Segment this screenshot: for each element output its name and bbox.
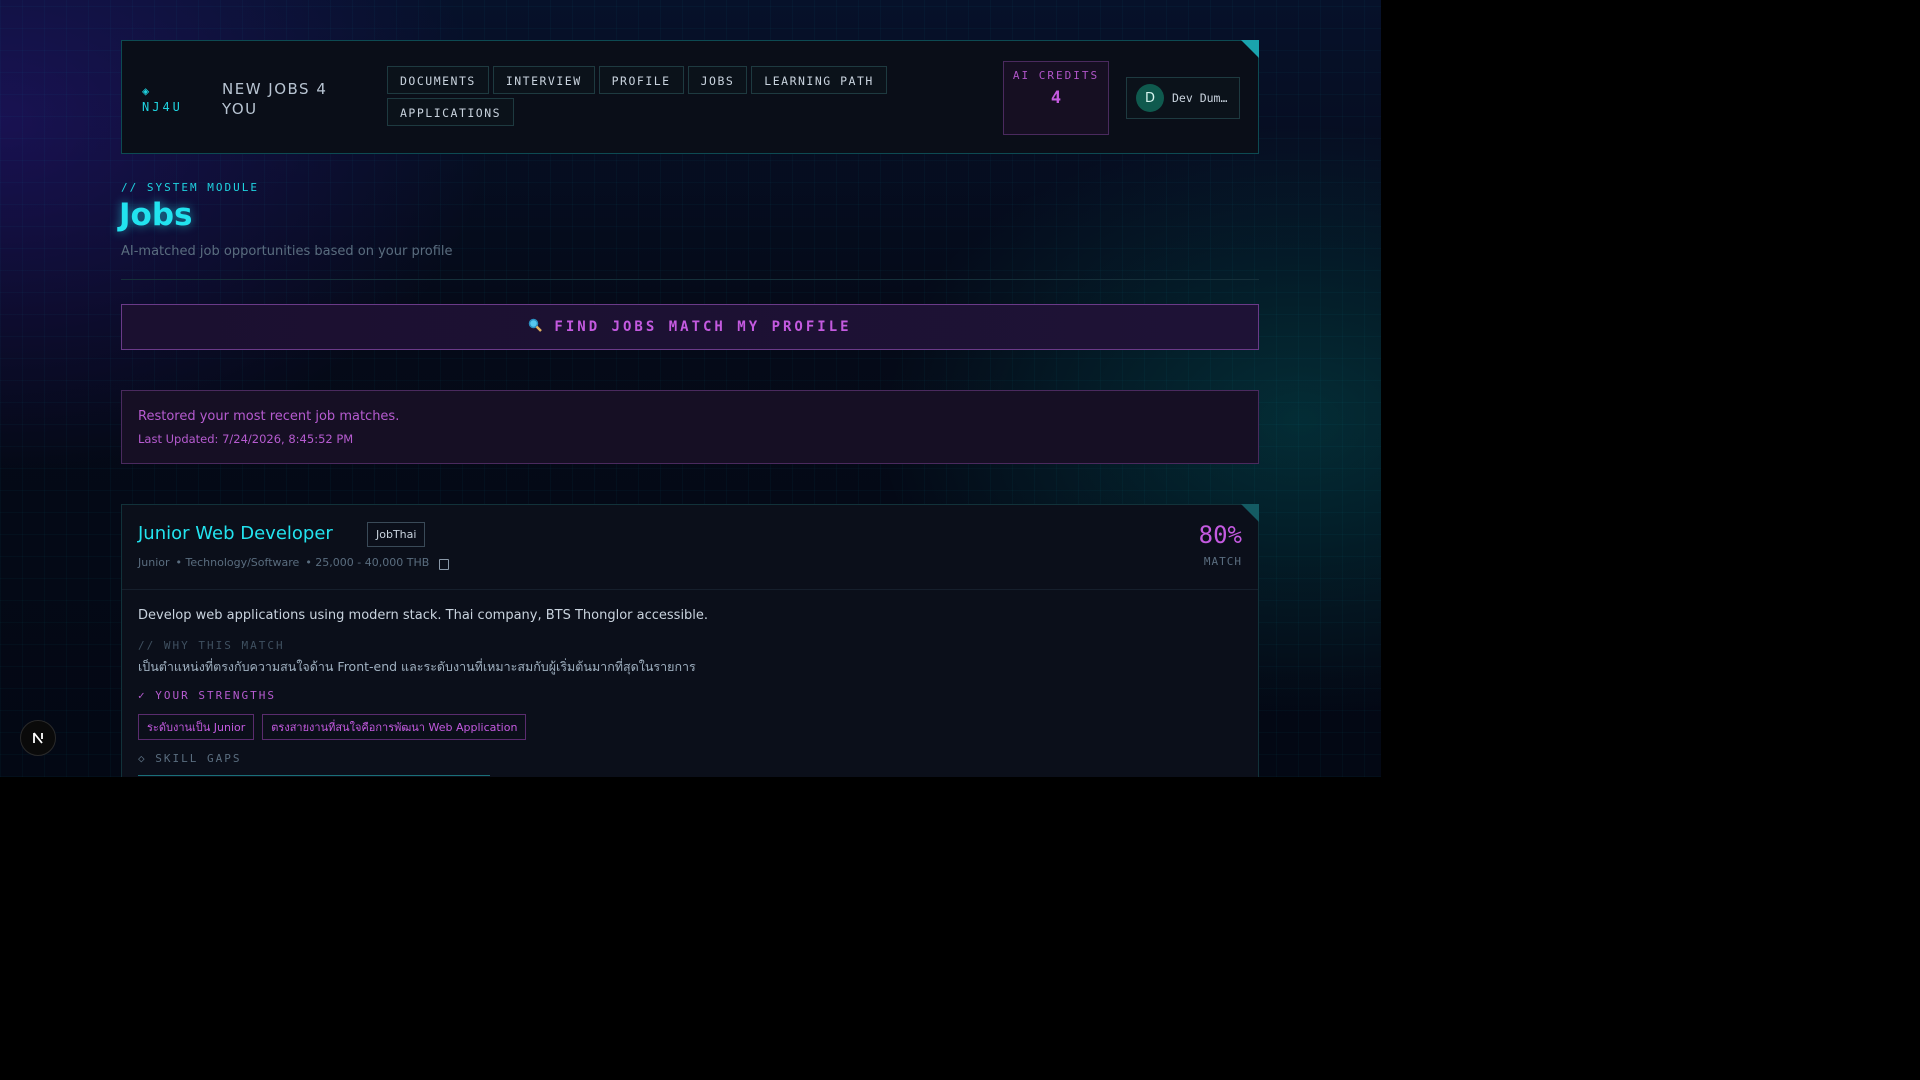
top-navbar: ◈ NJ4U NEW JOBS 4 YOU DOCUMENTS INTERVIE…	[121, 40, 1259, 154]
job-title[interactable]: Junior Web Developer	[138, 523, 333, 544]
skill-gaps-label: ◇ SKILL GAPS	[138, 752, 242, 765]
strengths-label: ✓ YOUR STRENGTHS	[138, 689, 276, 702]
card-divider	[122, 589, 1258, 590]
nav-interview[interactable]: INTERVIEW	[492, 66, 595, 94]
match-score: 80%	[1198, 521, 1242, 549]
section-kicker: // SYSTEM MODULE	[121, 181, 259, 194]
nav-applications[interactable]: APPLICATIONS	[387, 98, 515, 126]
navbar-corner-accent	[1241, 40, 1259, 58]
ai-credits-label: AI CREDITS	[1012, 69, 1100, 82]
job-industry: • Technology/Software	[175, 556, 300, 569]
find-jobs-label: FIND JOBS MATCH MY PROFILE	[554, 319, 852, 335]
card-corner-accent	[1241, 504, 1259, 522]
last-updated: Last Updated: 7/24/2026, 8:45:52 PM	[138, 432, 354, 446]
job-description: Develop web applications using modern st…	[138, 608, 709, 623]
job-level: Junior	[138, 556, 170, 569]
job-card: Junior Web Developer JobThai Junior • Te…	[121, 504, 1259, 777]
restore-notice: Restored your most recent job matches. L…	[121, 390, 1259, 464]
ai-credits-panel: AI CREDITS 4	[1003, 61, 1109, 135]
match-label: MATCH	[1203, 555, 1242, 568]
ai-credits-value: 4	[1050, 88, 1062, 108]
user-menu-button[interactable]: D Dev Dum…	[1126, 77, 1240, 119]
avatar: D	[1136, 84, 1164, 112]
brand-name[interactable]: NEW JOBS 4 YOU	[222, 79, 352, 119]
notice-message: Restored your most recent job matches.	[138, 409, 400, 424]
page-title: Jobs	[119, 197, 193, 233]
header-divider	[121, 279, 1259, 280]
job-salary: • 25,000 - 40,000 THB	[305, 556, 430, 569]
user-name: Dev Dum…	[1172, 91, 1228, 105]
find-jobs-button[interactable]: FIND JOBS MATCH MY PROFILE	[121, 304, 1259, 350]
skill-gap-bar	[138, 775, 490, 776]
job-meta: Junior • Technology/Software • 25,000 - …	[138, 555, 450, 570]
brand-logo[interactable]: ◈ NJ4U	[142, 83, 192, 115]
nav-jobs[interactable]: JOBS	[687, 66, 748, 94]
strength-tag: ระดับงานเป็น Junior	[138, 714, 255, 740]
magnifier-icon	[528, 318, 543, 336]
nav-learning-path[interactable]: LEARNING PATH	[751, 66, 887, 94]
nav-documents[interactable]: DOCUMENTS	[387, 66, 489, 94]
app-viewport: ◈ NJ4U NEW JOBS 4 YOU DOCUMENTS INTERVIE…	[0, 0, 1381, 777]
strength-tag: ตรงสายงานที่สนใจคือการพัฒนา Web Applicat…	[262, 714, 527, 740]
nextjs-logo-icon	[33, 732, 43, 744]
why-match-label: // WHY THIS MATCH	[138, 639, 285, 652]
strength-tags: ระดับงานเป็น Junior ตรงสายงานที่สนใจคือก…	[138, 714, 527, 740]
why-match-text: เป็นตำแหน่งที่ตรงกับความสนใจด้าน Front-e…	[138, 659, 696, 674]
nextjs-dev-badge[interactable]	[20, 720, 56, 756]
page-subtitle: AI-matched job opportunities based on yo…	[121, 244, 453, 259]
bookmark-icon[interactable]	[439, 559, 450, 570]
job-source-badge: JobThai	[367, 522, 426, 547]
nav-links: DOCUMENTS INTERVIEW PROFILE JOBS LEARNIN…	[387, 66, 907, 126]
nav-profile[interactable]: PROFILE	[598, 66, 684, 94]
